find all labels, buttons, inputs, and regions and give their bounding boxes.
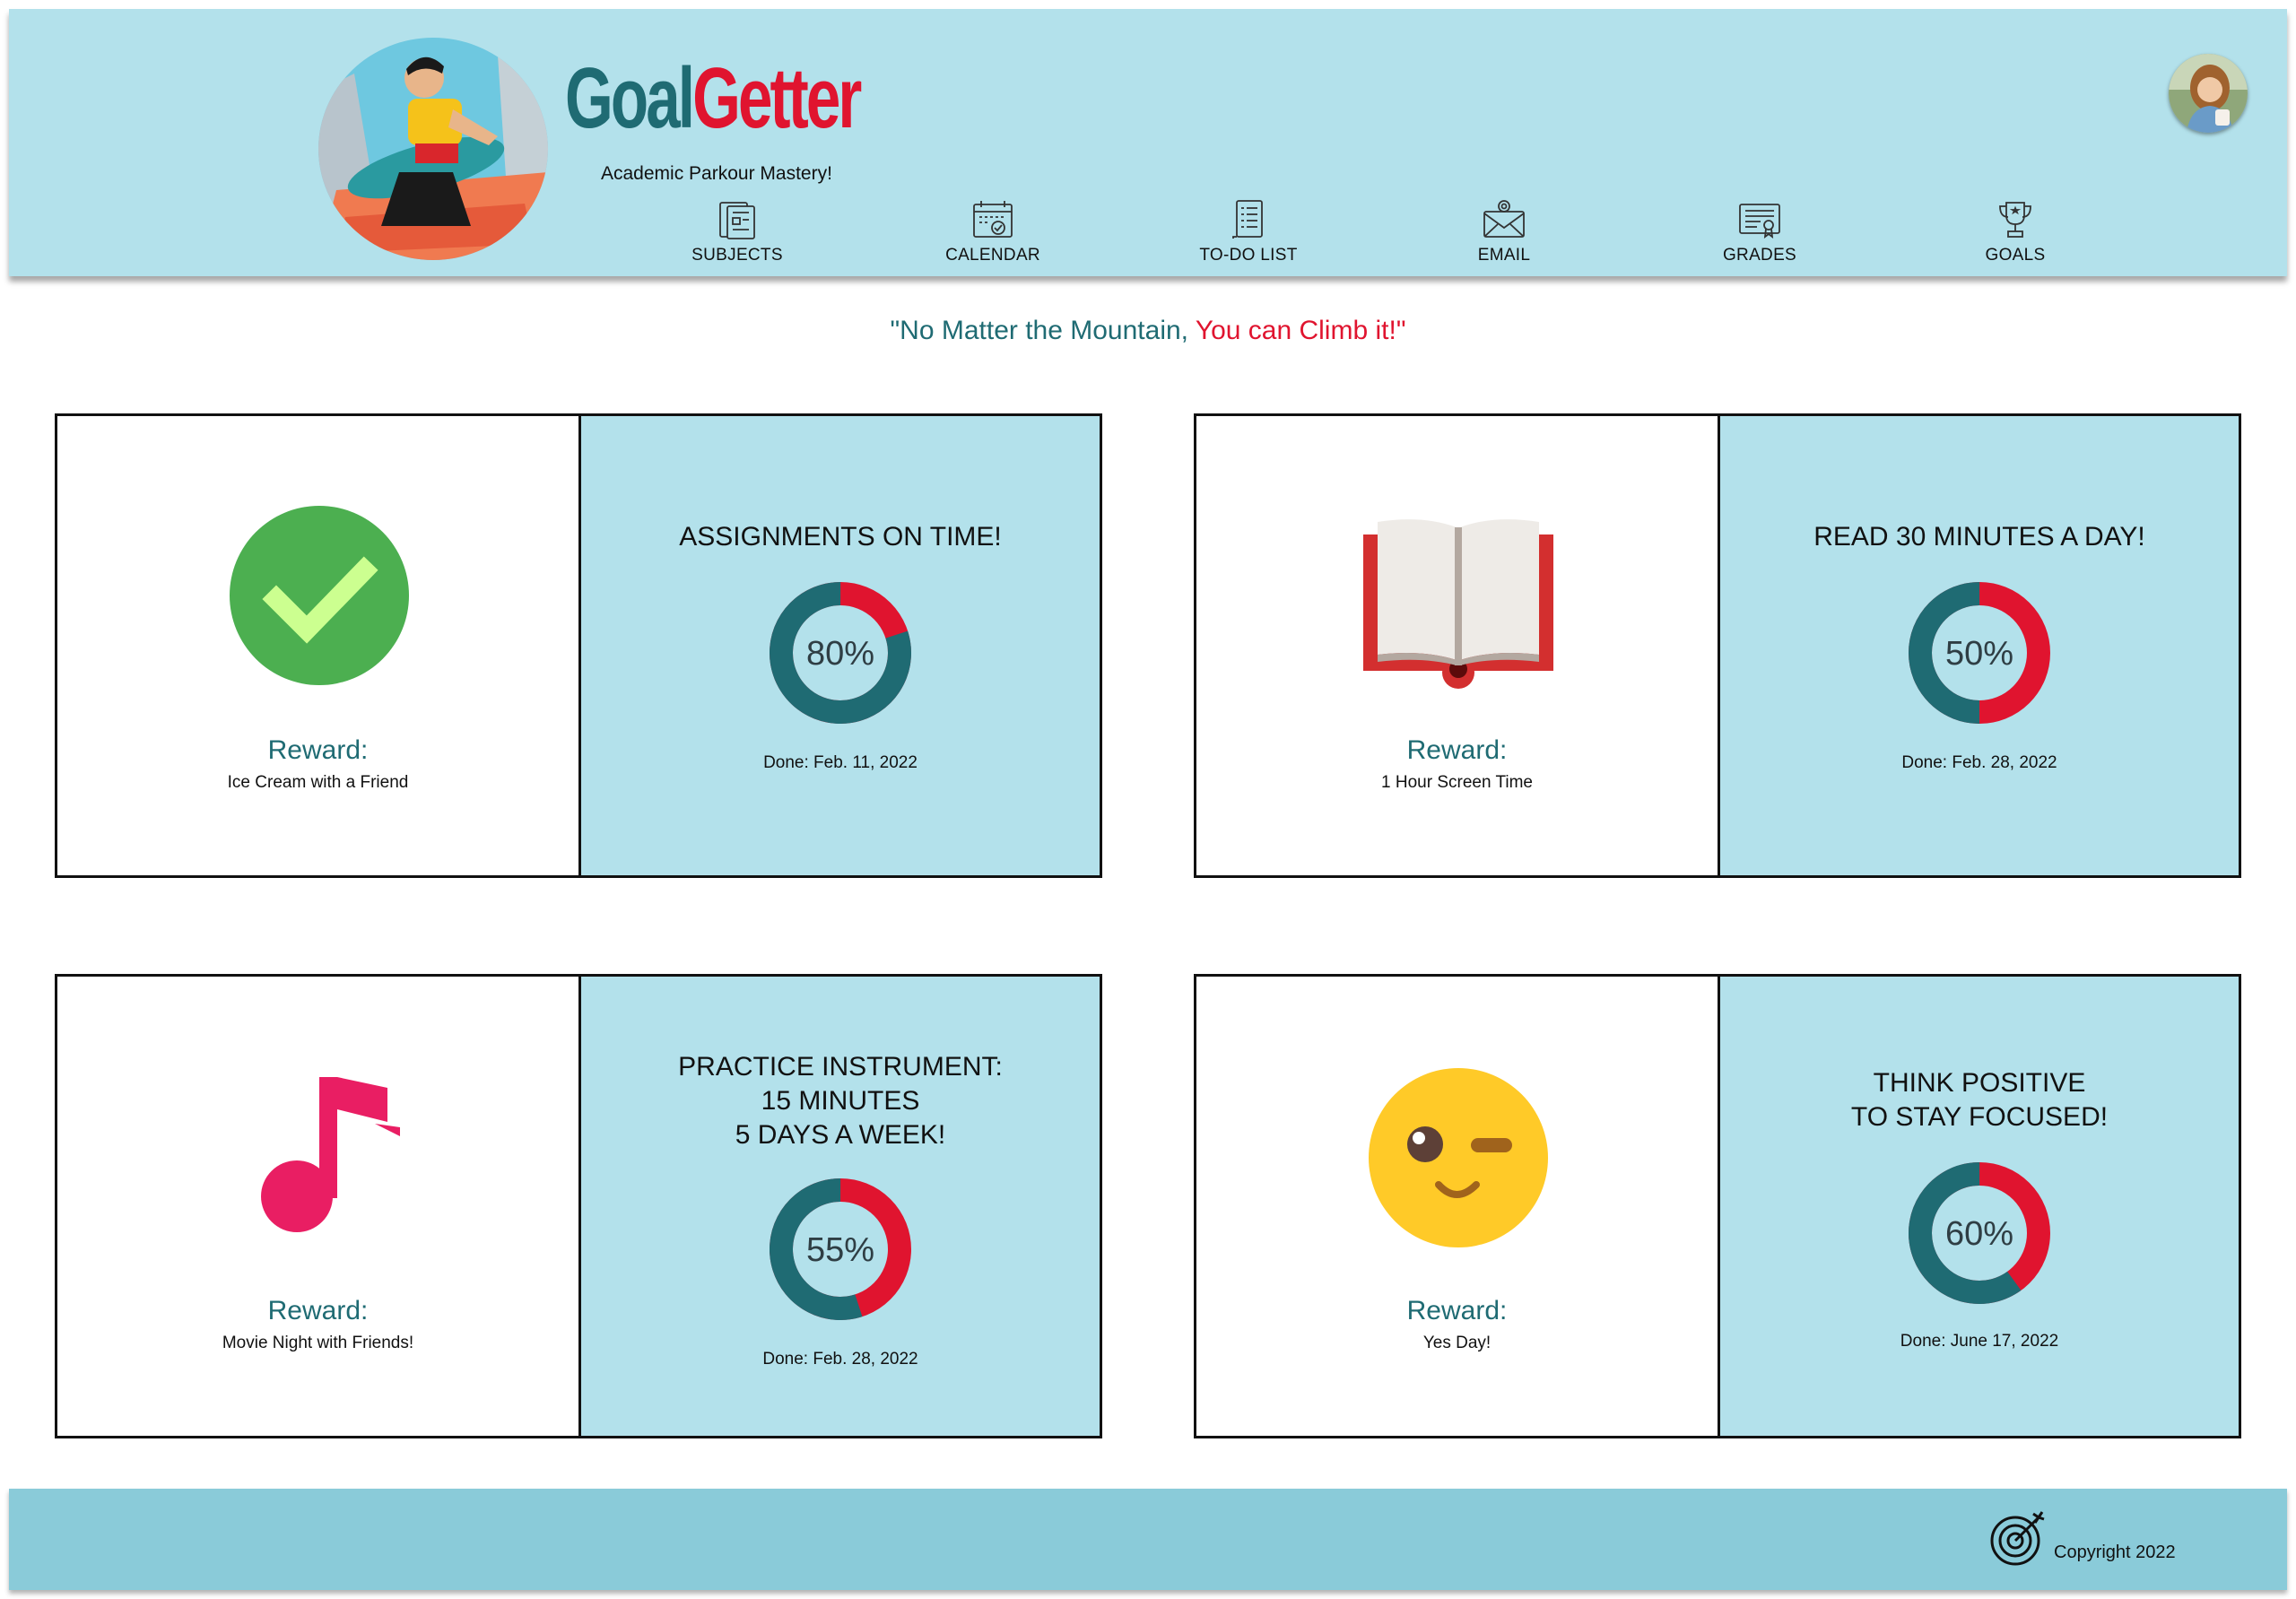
nav-label: GRADES [1722,246,1797,265]
goal-title-line: PRACTICE INSTRUMENT: [678,1052,1003,1082]
reward-text: Yes Day! [1422,1334,1492,1352]
progress-donut: 55% [770,1178,911,1320]
nav-email[interactable]: EMAIL [1414,197,1594,278]
reward-label: Reward: [1406,735,1508,765]
nav-grades[interactable]: GRADES [1670,197,1849,278]
goal-card-assignments: Reward: Ice Cream with a Friend ASSIGNME… [55,413,1102,878]
goal-title: READ 30 MINUTES A DAY! [1720,520,2239,554]
open-book-icon [1351,490,1566,705]
reward-text: Movie Night with Friends! [222,1334,414,1352]
donut-percent-label: 50% [1945,635,2013,673]
progress-donut: 50% [1909,582,2050,724]
todo-list-icon [1232,200,1263,239]
goals-icon [1999,202,2031,238]
checkmark-icon [212,490,427,705]
brand-part-goal: Goal [565,50,695,146]
brand-part-getter: Getter [692,50,862,146]
reward-label: Reward: [267,1296,369,1325]
goal-title-line: READ 30 MINUTES A DAY! [1813,522,2145,552]
donut-percent-label: 80% [806,635,874,673]
done-date: Done: Feb. 28, 2022 [1901,753,2057,772]
tagline: Academic Parkour Mastery! [601,163,832,184]
goal-title: PRACTICE INSTRUMENT: 15 MINUTES 5 DAYS A… [581,1050,1100,1152]
reward-panel: Reward: 1 Hour Screen Time [1196,416,1718,875]
footer: Copyright 2022 [9,1489,2287,1590]
reward-panel: Reward: Yes Day! [1196,977,1718,1436]
quote-part-1: "No Matter the Mountain, [890,316,1196,345]
nav-label: EMAIL [1477,246,1531,265]
winking-face-icon [1351,1050,1566,1265]
goal-panel: THINK POSITIVE TO STAY FOCUSED! 60% Done… [1718,977,2239,1436]
parkour-logo[interactable] [318,38,548,260]
reward-text: 1 Hour Screen Time [1381,773,1533,792]
goal-panel: READ 30 MINUTES A DAY! 50% Done: Feb. 28… [1718,416,2239,875]
reward-text: Ice Cream with a Friend [227,773,409,792]
copyright-text: Copyright 2022 [2054,1543,2176,1562]
user-avatar[interactable] [2169,54,2248,133]
goal-title-line: THINK POSITIVE [1873,1068,2086,1098]
email-icon [1483,200,1525,238]
grades-icon [1739,204,1780,239]
calendar-icon [973,201,1013,238]
music-note-icon [212,1050,427,1265]
motivational-quote: "No Matter the Mountain, You can Climb i… [0,316,2296,346]
donut-percent-label: 55% [806,1231,874,1269]
done-date: Done: Feb. 28, 2022 [762,1350,918,1369]
progress-donut: 60% [1909,1162,2050,1304]
nav-label: TO-DO LIST [1199,246,1298,265]
done-date: Done: June 17, 2022 [1900,1332,2059,1351]
goal-card-positive: Reward: Yes Day! THINK POSITIVE TO STAY … [1194,974,2241,1438]
goal-card-reading: Reward: 1 Hour Screen Time READ 30 MINUT… [1194,413,2241,878]
reward-label: Reward: [1406,1296,1508,1325]
nav-todo-list[interactable]: TO-DO LIST [1159,197,1338,278]
nav-subjects[interactable]: SUBJECTS [648,197,827,278]
goal-card-instrument: Reward: Movie Night with Friends! PRACTI… [55,974,1102,1438]
goal-title-line: TO STAY FOCUSED! [1850,1102,2109,1132]
nav-goals[interactable]: GOALS [1926,197,2105,278]
subjects-icon [719,202,755,239]
done-date: Done: Feb. 11, 2022 [763,753,918,772]
goal-title-line: ASSIGNMENTS ON TIME! [679,522,1002,552]
nav-label: GOALS [1985,246,2046,265]
progress-donut: 80% [770,582,911,724]
goal-panel: PRACTICE INSTRUMENT: 15 MINUTES 5 DAYS A… [578,977,1100,1436]
quote-part-2: You can Climb it!" [1195,316,1406,345]
reward-panel: Reward: Movie Night with Friends! [57,977,578,1436]
nav-label: CALENDAR [945,246,1040,265]
goal-title-line: 15 MINUTES [761,1086,920,1116]
header: GoalGetter Academic Parkour Mastery! SUB… [9,9,2287,276]
goal-title-line: 5 DAYS A WEEK! [735,1120,946,1150]
goal-title: ASSIGNMENTS ON TIME! [581,520,1100,554]
goal-panel: ASSIGNMENTS ON TIME! 80% Done: Feb. 11, … [578,416,1100,875]
reward-panel: Reward: Ice Cream with a Friend [57,416,578,875]
reward-label: Reward: [267,735,369,765]
donut-percent-label: 60% [1945,1215,2013,1253]
nav-calendar[interactable]: CALENDAR [903,197,1083,278]
brand-logo-text[interactable]: GoalGetter [565,56,862,142]
nav-label: SUBJECTS [691,246,783,265]
goal-title: THINK POSITIVE TO STAY FOCUSED! [1720,1066,2239,1134]
target-icon [1990,1511,2045,1566]
